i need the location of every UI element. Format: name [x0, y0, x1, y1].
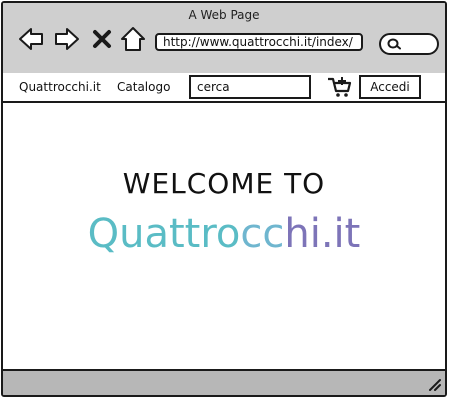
url-bar[interactable]: http://www.quattrocchi.it/index/ — [155, 33, 363, 51]
forward-arrow-icon[interactable] — [53, 25, 81, 53]
welcome-heading: WELCOME TO — [122, 167, 326, 200]
site-logo: Quattrocchi.it — [3, 211, 445, 257]
site-menubar: Quattrocchi.it Catalogo Accedi — [3, 73, 445, 103]
browser-window: A Web Page http://www.quattrocchi.it/ind… — [1, 1, 447, 397]
home-icon[interactable] — [119, 25, 147, 53]
login-button[interactable]: Accedi — [359, 75, 421, 99]
back-arrow-icon[interactable] — [17, 25, 45, 53]
site-search-input[interactable] — [189, 75, 311, 99]
browser-statusbar — [3, 369, 445, 395]
logo-eyes: cc — [240, 211, 285, 257]
cart-icon[interactable] — [323, 75, 355, 99]
brand-link[interactable]: Quattrocchi.it — [19, 73, 101, 101]
window-title: A Web Page — [188, 8, 260, 22]
page-content: WELCOME TO Quattrocchi.it — [3, 103, 445, 369]
logo-text-start: Quattro — [87, 211, 241, 257]
close-icon[interactable] — [91, 25, 113, 53]
browser-search-field[interactable] — [379, 33, 439, 55]
catalog-link[interactable]: Catalogo — [117, 73, 170, 101]
logo-text-end: hi.it — [284, 211, 361, 257]
browser-titlebar: A Web Page http://www.quattrocchi.it/ind… — [3, 3, 445, 75]
resize-grip-icon[interactable] — [427, 377, 441, 391]
search-icon — [387, 38, 401, 50]
